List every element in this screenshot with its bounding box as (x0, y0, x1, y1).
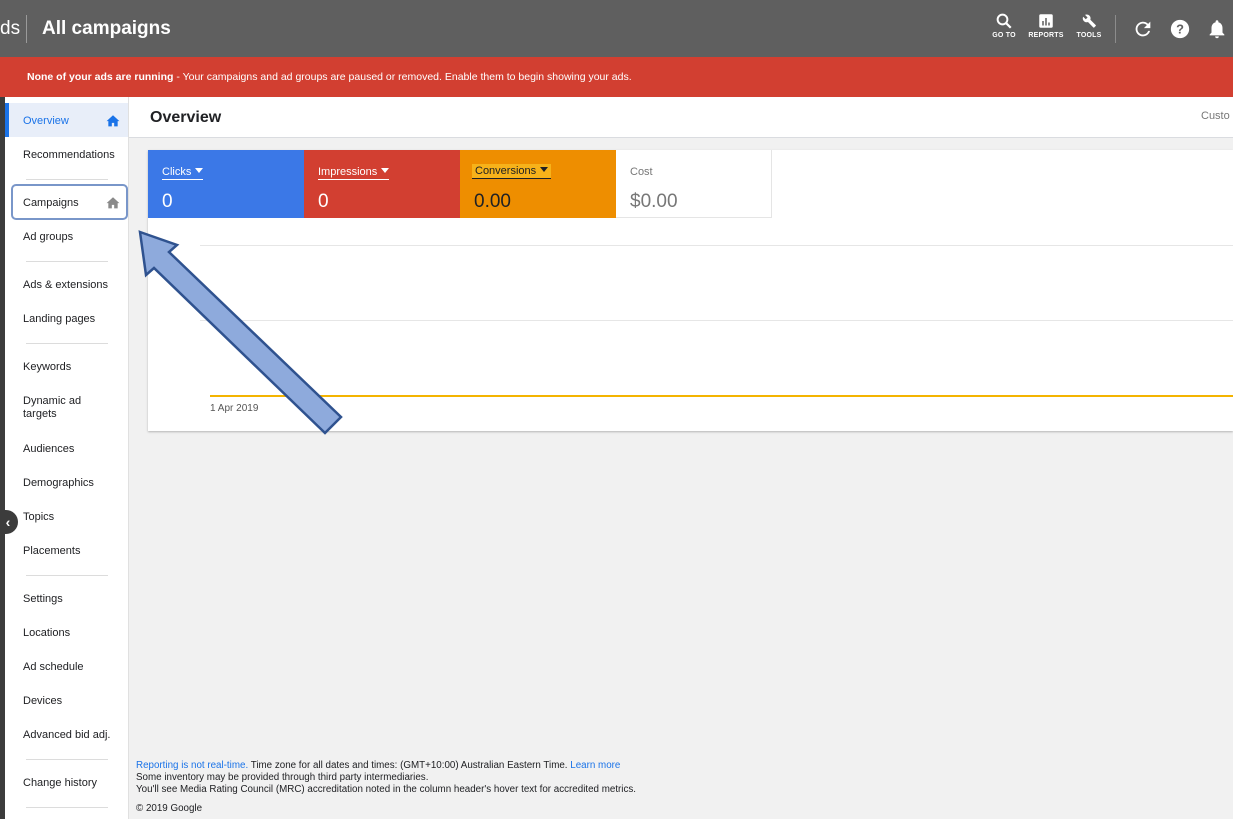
footer-line-3: You'll see Media Rating Council (MRC) ac… (136, 784, 636, 795)
metric-impressions-value: 0 (318, 191, 329, 212)
caret-down-icon (381, 168, 390, 173)
metric-clicks-label: Clicks (162, 166, 192, 178)
home-icon[interactable] (106, 196, 120, 209)
footer-line-1: Reporting is not real-time. Time zone fo… (136, 760, 636, 772)
reports-icon (1039, 14, 1053, 28)
copyright-text: © 2019 Google (136, 803, 203, 814)
goto-label: GO TO (992, 32, 1016, 39)
chevron-left-icon: ‹ (5, 514, 11, 530)
realtime-link[interactable]: Reporting is not real-time. (136, 760, 248, 771)
page-footer: Reporting is not real-time. Time zone fo… (136, 760, 636, 815)
alert-bold-text: None of your ads are running (27, 71, 174, 83)
sidebar-item-overview[interactable]: Overview (23, 115, 69, 128)
sidebar-item-settings[interactable]: Settings (23, 593, 63, 606)
sidebar-divider (26, 807, 108, 808)
bell-icon[interactable] (1206, 18, 1228, 40)
top-header: ds All campaigns GO TO REPORTS TOOLS ? (0, 0, 1233, 57)
alert-text: - Your campaigns and ad groups are pause… (173, 71, 632, 83)
collapse-sidebar-button[interactable]: ‹ (0, 510, 18, 534)
search-icon (996, 13, 1012, 29)
caret-down-icon (195, 168, 204, 173)
header-divider (26, 15, 27, 43)
caret-down-icon (540, 167, 549, 172)
sidebar-item-locations[interactable]: Locations (23, 627, 70, 640)
metric-clicks-value: 0 (162, 191, 173, 212)
sidebar-item-devices[interactable]: Devices (23, 695, 62, 708)
sidebar-divider (26, 575, 108, 576)
page-title: Overview (150, 109, 222, 126)
chart-gridline (200, 245, 1233, 246)
sidebar-item-campaigns[interactable]: Campaigns (23, 197, 79, 210)
sidebar-item-keywords[interactable]: Keywords (23, 361, 71, 374)
metric-cost-value: $0.00 (630, 191, 678, 212)
metric-impressions-label: Impressions (318, 166, 378, 178)
learn-more-link[interactable]: Learn more (570, 760, 620, 771)
sidebar-divider (26, 343, 108, 344)
header-separator (1115, 15, 1116, 43)
ads-not-running-banner: None of your ads are running - Your camp… (0, 57, 1233, 97)
sidebar-item-recommendations[interactable]: Recommendations (23, 149, 115, 162)
tools-button[interactable]: TOOLS (1069, 12, 1109, 48)
home-icon[interactable] (106, 114, 120, 127)
brand-logo-fragment[interactable]: ds (0, 18, 20, 40)
reports-button[interactable]: REPORTS (1026, 12, 1066, 48)
metric-conversions-dropdown[interactable]: Conversions (472, 164, 552, 179)
metric-conversions-tile[interactable]: Conversions 0.00 (460, 150, 616, 218)
sidebar-divider (26, 261, 108, 262)
customize-link[interactable]: Custo (1201, 110, 1230, 122)
sidebar-item-dynamic-ad-targets[interactable]: Dynamic ad targets (23, 395, 103, 421)
active-item-indicator (5, 103, 9, 137)
sidebar-item-ad-groups[interactable]: Ad groups (23, 231, 73, 244)
page-context-title: All campaigns (42, 18, 171, 39)
help-icon[interactable]: ? (1169, 18, 1191, 40)
metric-impressions-tile[interactable]: Impressions 0 (304, 150, 460, 218)
metric-conversions-label: Conversions (475, 165, 537, 177)
sidebar-item-audiences[interactable]: Audiences (23, 443, 74, 456)
sidebar-left-edge (0, 97, 5, 819)
tools-label: TOOLS (1076, 32, 1102, 39)
sidebar-divider (26, 759, 108, 760)
sidebar-item-placements[interactable]: Placements (23, 545, 80, 558)
sidebar-item-advanced-bid-adj[interactable]: Advanced bid adj. (23, 729, 110, 742)
footer-line-2: Some inventory may be provided through t… (136, 772, 429, 783)
sidebar-nav: Overview Recommendations Campaigns Ad gr… (0, 97, 129, 819)
metric-impressions-dropdown[interactable]: Impressions (318, 166, 390, 180)
reports-label: REPORTS (1028, 32, 1064, 39)
sidebar-item-landing-pages[interactable]: Landing pages (23, 313, 95, 326)
timezone-text: Time zone for all dates and times: (GMT+… (248, 760, 571, 771)
page-header: Overview Custo (129, 97, 1233, 138)
metric-clicks-tile[interactable]: Clicks 0 (148, 150, 304, 218)
sidebar-item-change-history[interactable]: Change history (23, 777, 97, 790)
goto-button[interactable]: GO TO (984, 12, 1024, 48)
sidebar-item-ads-extensions[interactable]: Ads & extensions (23, 279, 108, 292)
sidebar-item-demographics[interactable]: Demographics (23, 477, 94, 490)
refresh-icon[interactable] (1132, 18, 1154, 40)
chart-gridline (200, 320, 1233, 321)
sidebar-item-topics[interactable]: Topics (23, 511, 54, 524)
metric-cost-tile[interactable]: Cost $0.00 (616, 150, 772, 218)
annotation-arrow (138, 230, 343, 435)
metric-clicks-dropdown[interactable]: Clicks (162, 166, 204, 180)
metric-conversions-value: 0.00 (474, 191, 511, 212)
metric-cost-label: Cost (630, 166, 653, 178)
sidebar-divider (26, 179, 108, 180)
svg-text:?: ? (1176, 22, 1184, 37)
wrench-icon (1082, 14, 1096, 28)
chart-series-line (210, 395, 1233, 397)
sidebar-item-ad-schedule[interactable]: Ad schedule (23, 661, 84, 674)
